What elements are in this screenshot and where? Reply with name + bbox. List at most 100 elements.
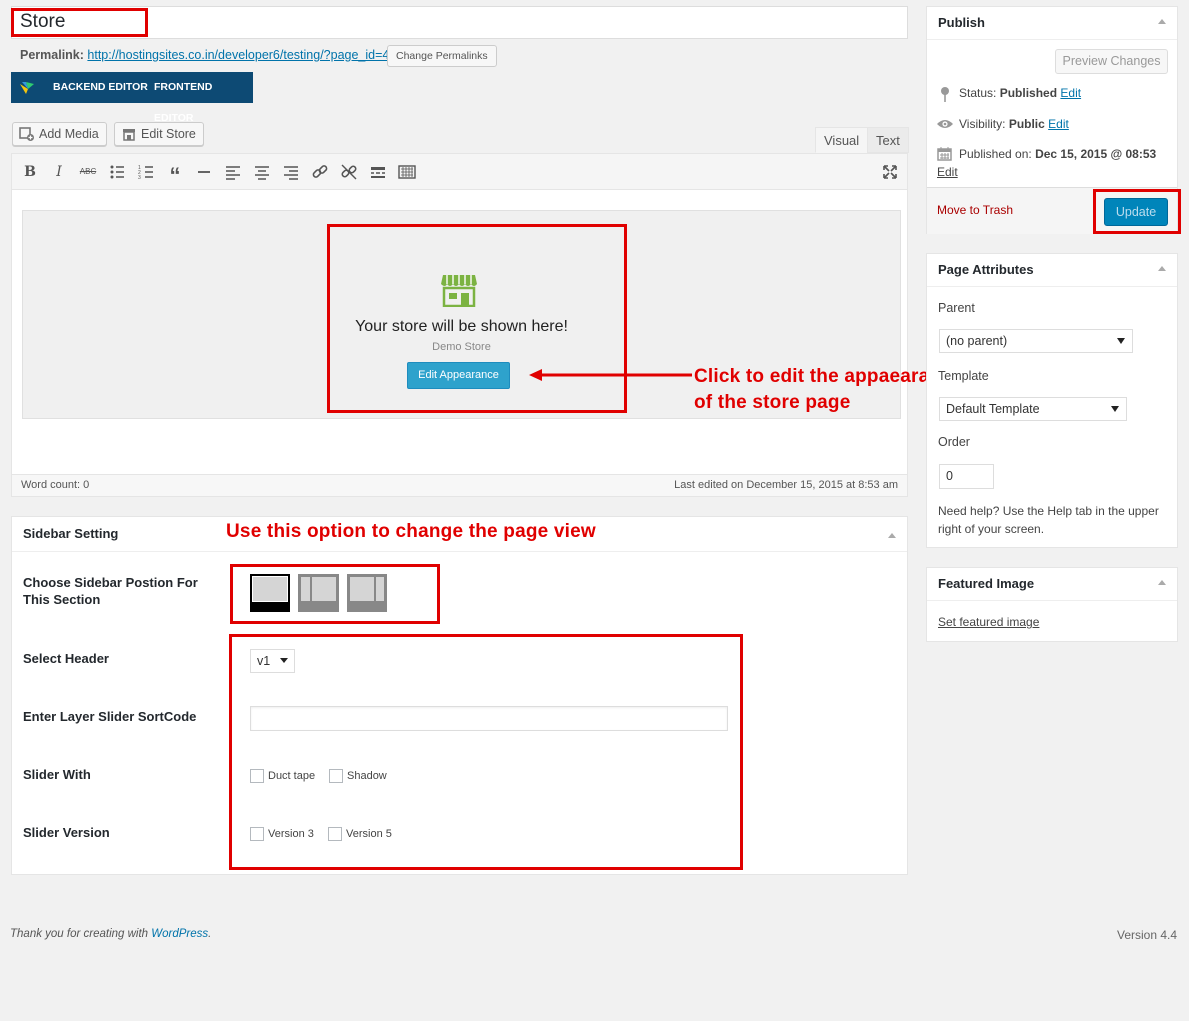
strikethrough-icon[interactable]: ABC <box>78 162 98 182</box>
set-featured-image-link[interactable]: Set featured image <box>938 615 1039 629</box>
update-button[interactable]: Update <box>1104 198 1168 226</box>
sidebar-setting-panel: Sidebar Setting Choose Sidebar Postion F… <box>11 516 908 875</box>
demo-store-label: Demo Store <box>432 341 491 353</box>
change-permalinks-button[interactable]: Change Permalinks <box>387 45 497 67</box>
bold-icon[interactable]: B <box>20 162 40 182</box>
dropdown-arrow-icon <box>1117 338 1125 344</box>
toolbar-toggle-icon[interactable] <box>397 162 417 182</box>
title-text: Store <box>20 11 66 32</box>
status-row: Status: Published Edit <box>959 86 1081 100</box>
permalink-row: Permalink: http://hostingsites.co.in/dev… <box>20 48 389 62</box>
tab-text[interactable]: Text <box>867 127 909 153</box>
content-editor[interactable]: B I ABC 123 “ Your store will be shown h… <box>11 153 908 497</box>
publish-header[interactable]: Publish <box>927 7 1177 40</box>
title-field[interactable]: Store <box>11 6 908 39</box>
collapse-caret-icon[interactable] <box>888 533 896 538</box>
shadow-label: Shadow <box>347 770 387 782</box>
parent-select[interactable]: (no parent) <box>939 329 1133 353</box>
slider-version-label: Slider Version <box>23 825 110 840</box>
footer-period: . <box>208 928 212 940</box>
wordpress-link[interactable]: WordPress <box>151 928 208 940</box>
word-count: Word count: 0 <box>21 479 90 491</box>
svg-text:3: 3 <box>138 175 141 181</box>
permalink-link[interactable]: http://hostingsites.co.in/developer6/tes… <box>87 48 389 62</box>
fullscreen-icon[interactable] <box>880 162 900 182</box>
page-attributes-box: Page Attributes Parent (no parent) Templ… <box>926 253 1178 548</box>
store-placeholder-text: Your store will be shown here! <box>355 318 568 335</box>
choose-sidebar-label: Choose Sidebar Postion For This Section <box>23 575 198 607</box>
edit-store-label: Edit Store <box>141 127 196 141</box>
duct-tape-checkbox[interactable] <box>250 769 264 783</box>
link-icon[interactable] <box>310 162 330 182</box>
move-to-trash-link[interactable]: Move to Trash <box>937 203 1013 217</box>
backend-editor-tab[interactable]: BACKEND EDITOR <box>53 72 148 103</box>
add-media-button[interactable]: Add Media <box>12 122 107 146</box>
dropdown-arrow-icon <box>280 658 288 663</box>
annotation-click-line2: of the store page <box>694 392 851 413</box>
unlink-icon[interactable] <box>339 162 359 182</box>
version-3-checkbox[interactable] <box>250 827 264 841</box>
numbered-list-icon[interactable]: 123 <box>136 162 156 182</box>
layout-option-full-icon[interactable] <box>250 574 290 612</box>
annotation-click-line1: Click to edit the appaearance <box>694 366 963 387</box>
order-label: Order <box>938 435 970 449</box>
visibility-edit-link[interactable]: Edit <box>1048 117 1069 131</box>
collapse-caret-icon[interactable] <box>1158 580 1166 585</box>
blockquote-icon[interactable]: “ <box>165 162 185 188</box>
collapse-caret-icon[interactable] <box>1158 266 1166 271</box>
featured-image-header[interactable]: Featured Image <box>927 568 1177 601</box>
layout-option-right-sidebar-icon[interactable] <box>347 574 387 612</box>
template-label: Template <box>938 369 989 383</box>
footer-version: Version 4.4 <box>1117 928 1178 942</box>
last-edited: Last edited on December 15, 2015 at 8:53… <box>674 479 898 491</box>
shadow-checkbox[interactable] <box>329 769 343 783</box>
edit-appearance-button[interactable]: Edit Appearance <box>407 362 510 389</box>
header-select-value: v1 <box>257 654 271 668</box>
page-attributes-header[interactable]: Page Attributes <box>927 254 1177 287</box>
italic-icon[interactable]: I <box>49 162 69 182</box>
permalink-label: Permalink: <box>20 48 84 62</box>
page-attributes-title: Page Attributes <box>938 262 1034 277</box>
tab-visual[interactable]: Visual <box>815 127 869 153</box>
featured-image-title: Featured Image <box>938 576 1035 591</box>
read-more-icon[interactable] <box>368 162 388 182</box>
duct-tape-label: Duct tape <box>268 770 316 782</box>
publish-actions: Move to Trash Update <box>927 187 1177 234</box>
template-select[interactable]: Default Template <box>939 397 1127 421</box>
align-center-icon[interactable] <box>252 162 272 182</box>
publish-box: Publish Preview Changes Status: Publishe… <box>926 6 1178 234</box>
calendar-icon <box>937 147 952 161</box>
header-select[interactable]: v1 <box>250 649 295 673</box>
collapse-caret-icon[interactable] <box>1158 19 1166 24</box>
template-select-value: Default Template <box>946 402 1040 416</box>
published-edit-link[interactable]: Edit <box>937 165 958 179</box>
parent-select-value: (no parent) <box>946 334 1008 348</box>
select-header-label: Select Header <box>23 651 109 666</box>
visibility-value: Public <box>1008 117 1045 131</box>
help-text: Need help? Use the Help tab in the upper… <box>938 504 1159 536</box>
layout-option-left-sidebar-icon[interactable] <box>298 574 339 612</box>
preview-changes-button[interactable]: Preview Changes <box>1055 49 1168 74</box>
visibility-label: Visibility: <box>959 117 1006 131</box>
slider-with-label: Slider With <box>23 767 91 782</box>
parent-label: Parent <box>938 301 975 315</box>
status-edit-link[interactable]: Edit <box>1060 86 1081 100</box>
add-media-label: Add Media <box>39 127 99 141</box>
media-icon <box>19 127 34 141</box>
footer-thanks: Thank you for creating with WordPress. <box>10 928 211 940</box>
edit-store-button[interactable]: Edit Store <box>114 122 204 146</box>
version-5-checkbox[interactable] <box>328 827 342 841</box>
bullet-list-icon[interactable] <box>107 162 127 182</box>
align-left-icon[interactable] <box>223 162 243 182</box>
order-input[interactable]: 0 <box>939 464 994 489</box>
layer-slider-input[interactable] <box>250 706 728 731</box>
visual-composer-logo-icon <box>20 82 34 94</box>
footer-thanks-text: Thank you for creating with <box>10 928 152 940</box>
layer-slider-label: Enter Layer Slider SortCode <box>23 709 197 724</box>
frontend-editor-tab[interactable]: FRONTEND EDITOR <box>154 72 253 124</box>
publish-title: Publish <box>938 15 985 30</box>
align-right-icon[interactable] <box>281 162 301 182</box>
published-value: Dec 15, 2015 @ 08:53 <box>1035 147 1157 161</box>
featured-image-box: Featured Image Set featured image <box>926 567 1178 642</box>
horizontal-line-icon[interactable] <box>194 162 214 182</box>
